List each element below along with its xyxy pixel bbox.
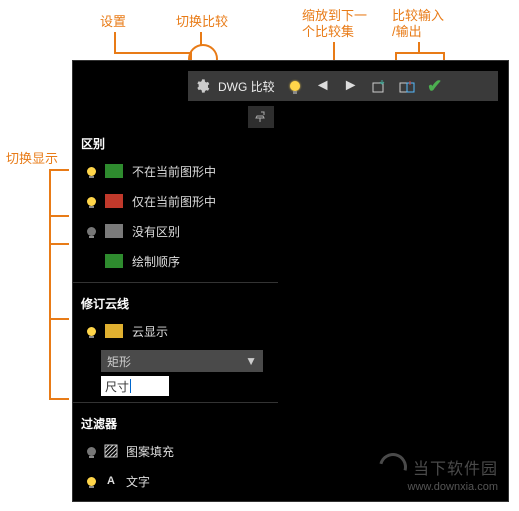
anno-settings: 设置	[100, 14, 126, 30]
bulb-icon	[87, 227, 96, 236]
toggle-compare-button[interactable]	[281, 72, 309, 100]
hatch-icon	[104, 444, 118, 458]
export-icon	[399, 78, 415, 94]
diff-label: 仅在当前图形中	[132, 193, 216, 210]
check-icon: ✔	[427, 76, 442, 97]
bulb-icon	[87, 167, 96, 176]
arrow-right-icon: ►	[343, 77, 359, 95]
import-icon	[371, 78, 387, 94]
watermark-url: www.downxia.com	[379, 481, 498, 493]
filter-text-row[interactable]: A 文字	[73, 466, 278, 496]
filter-hatch-row[interactable]: 图案填充	[73, 436, 278, 466]
watermark-name: 当下软件园	[413, 455, 498, 479]
watermark: 当下软件园 www.downxia.com	[379, 453, 498, 493]
bulb-icon	[87, 447, 96, 456]
diff-row-none[interactable]: 没有区别	[73, 216, 278, 246]
revcloud-label: 云显示	[132, 323, 168, 340]
watermark-logo-icon	[374, 448, 412, 486]
bulb-icon	[290, 81, 300, 91]
compare-toolbar: DWG 比较 ◄ ► ✔	[188, 71, 498, 101]
diff-label: 没有区别	[132, 223, 180, 240]
anno-line	[49, 243, 69, 245]
filter-label: 图案填充	[126, 443, 174, 460]
bulb-icon	[87, 327, 96, 336]
color-swatch-green[interactable]	[104, 253, 124, 269]
prev-button[interactable]: ◄	[309, 72, 337, 100]
chevron-down-icon: ▼	[245, 354, 257, 368]
bulb-icon	[87, 477, 96, 486]
revcloud-display-row[interactable]: 云显示	[73, 316, 278, 346]
anno-zoom-next: 缩放到下一 个比较集	[302, 8, 367, 39]
settings-panel: 区别 不在当前图形中 仅在当前图形中 没有区别 绘制顺序 修订云线 云显示	[73, 129, 278, 496]
export-button[interactable]	[393, 72, 421, 100]
pin-panel-button[interactable]	[248, 106, 274, 128]
anno-line	[49, 169, 51, 399]
anno-toggle-compare: 切换比较	[176, 14, 228, 30]
settings-button[interactable]	[188, 72, 216, 100]
import-button[interactable]	[365, 72, 393, 100]
color-swatch-red[interactable]	[104, 193, 124, 209]
size-input-value: 尺寸	[105, 378, 129, 395]
compare-label: DWG 比较	[216, 78, 281, 95]
diff-label: 绘制顺序	[132, 253, 180, 270]
section-diff-title: 区别	[73, 129, 278, 156]
diff-row-only-in-current[interactable]: 仅在当前图形中	[73, 186, 278, 216]
anno-line	[114, 32, 116, 52]
section-filter-title: 过滤器	[73, 409, 278, 436]
app-window: DWG 比较 ◄ ► ✔ 区别 不在当前图形中 仅在当前图形中 没有	[72, 60, 509, 502]
color-swatch-green[interactable]	[104, 163, 124, 179]
confirm-button[interactable]: ✔	[421, 72, 449, 100]
anno-line	[418, 42, 420, 52]
pin-icon	[255, 111, 267, 123]
text-icon: A	[104, 474, 118, 488]
anno-line	[49, 215, 69, 217]
arrow-left-icon: ◄	[315, 77, 331, 95]
anno-line	[49, 318, 69, 320]
section-revcloud-title: 修订云线	[73, 289, 278, 316]
shape-select-value: 矩形	[107, 353, 131, 370]
color-swatch-gray[interactable]	[104, 223, 124, 239]
size-input[interactable]: 尺寸	[101, 376, 169, 396]
anno-toggle-display: 切换显示	[6, 151, 58, 167]
diff-row-not-in-current[interactable]: 不在当前图形中	[73, 156, 278, 186]
next-button[interactable]: ►	[337, 72, 365, 100]
anno-line	[114, 52, 190, 54]
bulb-icon	[87, 197, 96, 206]
anno-compare-io: 比较输入 /输出	[392, 8, 444, 39]
color-swatch-yellow[interactable]	[104, 323, 124, 339]
diff-row-draw-order[interactable]: 绘制顺序	[73, 246, 278, 276]
anno-line	[49, 398, 69, 400]
anno-line	[395, 52, 445, 54]
anno-line	[49, 169, 69, 171]
shape-select[interactable]: 矩形 ▼	[101, 350, 263, 372]
diff-label: 不在当前图形中	[132, 163, 216, 180]
filter-label: 文字	[126, 473, 150, 490]
